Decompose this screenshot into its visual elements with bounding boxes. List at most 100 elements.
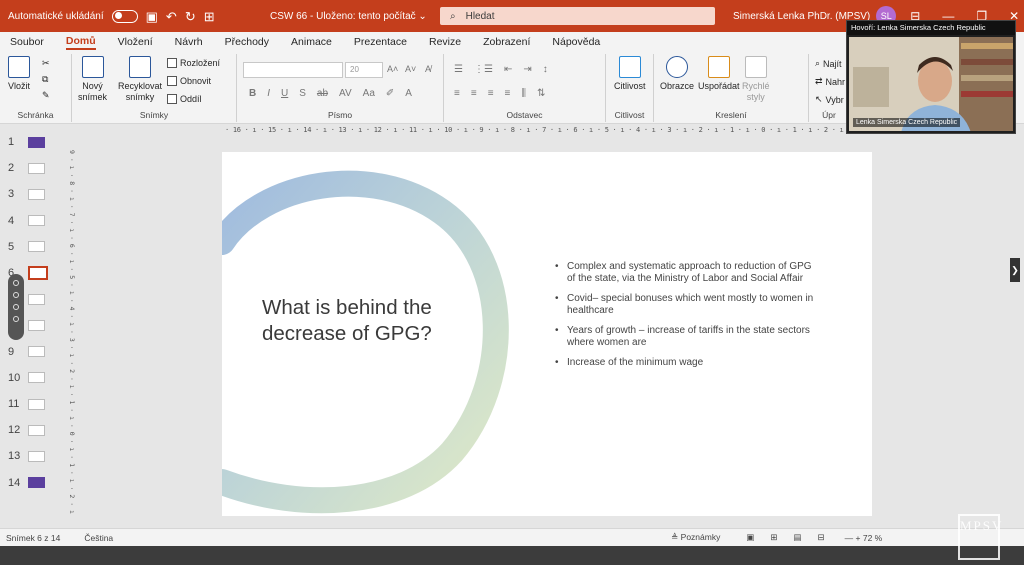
slide-thumbnail[interactable]: 3 <box>8 187 45 201</box>
slide-title[interactable]: What is behind the decrease of GPG? <box>262 295 462 347</box>
arrange-button[interactable]: Uspořádat <box>698 56 740 92</box>
tab-6[interactable]: Prezentace <box>354 36 407 48</box>
grow-font-icon[interactable]: A˄ <box>387 64 398 74</box>
group-font: 20 A˄ A˅ A̸ BIU Sab AV Aa ✐ A Písmo <box>237 54 444 122</box>
notes-label: Poznámky <box>680 532 721 542</box>
slide-thumbnail[interactable]: 13 <box>8 449 45 463</box>
quick-styles-button[interactable]: Rychlé styly <box>742 56 770 103</box>
tab-0[interactable]: Soubor <box>10 36 44 48</box>
shapes-button[interactable]: Obrazce <box>660 56 694 92</box>
more-tool-icon[interactable] <box>13 316 19 322</box>
cut-icon[interactable]: ✂ <box>42 58 50 69</box>
reset-button[interactable]: Obnovit <box>167 76 211 86</box>
group-label-slides: Snímky <box>139 110 169 120</box>
zoom-tool-icon[interactable] <box>13 304 19 310</box>
align-center-icon[interactable]: ≡ <box>471 88 477 99</box>
font-color-icon[interactable]: A <box>405 88 412 99</box>
pointer-tool-icon[interactable] <box>13 280 19 286</box>
find-icon: ⌕ <box>815 58 821 68</box>
autosave-toggle[interactable] <box>111 9 138 23</box>
format-painter-icon[interactable]: ✎ <box>42 90 50 101</box>
numbering-icon[interactable]: ⋮☰ <box>474 64 493 75</box>
highlight-icon[interactable]: ✐ <box>386 88 394 99</box>
language-indicator[interactable]: Čeština <box>84 533 113 543</box>
slide-thumbnail[interactable]: 12 <box>8 423 45 437</box>
bullet-list[interactable]: Complex and systematic approach to reduc… <box>555 261 820 377</box>
new-slide-button[interactable]: Nový snímek <box>78 56 107 103</box>
select-button[interactable]: ↖ Vybr <box>815 94 844 105</box>
reading-view-icon[interactable]: ▤ <box>794 532 802 543</box>
tab-3[interactable]: Návrh <box>175 36 203 48</box>
clear-format-icon[interactable]: A̸ <box>425 64 431 74</box>
slide-sorter-icon[interactable]: ⊞ <box>770 532 777 543</box>
align-left-icon[interactable]: ≡ <box>454 88 460 99</box>
group-label-paragraph: Odstavec <box>506 110 543 120</box>
save-icon[interactable]: ▣ <box>146 10 158 23</box>
tab-5[interactable]: Animace <box>291 36 332 48</box>
columns-icon[interactable]: ⫼ <box>521 88 526 99</box>
video-call-window[interactable]: Hovoří: Lenka Simerska Czech Republic Le… <box>846 20 1016 134</box>
slideshow-icon[interactable]: ⊟ <box>818 532 825 543</box>
normal-view-icon[interactable]: ▣ <box>746 532 754 543</box>
align-right-icon[interactable]: ≡ <box>488 88 494 99</box>
slide-thumbnail[interactable]: 4 <box>8 214 45 228</box>
tab-4[interactable]: Přechody <box>225 36 269 48</box>
slide-thumbnail[interactable]: 9 <box>8 345 45 359</box>
replace-button[interactable]: ⇄ Nahr <box>815 76 845 87</box>
increase-indent-icon[interactable]: ⇥ <box>523 64 531 75</box>
slide-thumbnail[interactable]: 14 <box>8 476 45 490</box>
slide-thumbnail[interactable]: 10 <box>8 371 45 385</box>
tab-7[interactable]: Revize <box>429 36 461 48</box>
shadow-icon[interactable]: S <box>299 88 306 99</box>
slide-thumbnail[interactable]: 1 <box>8 135 45 149</box>
shrink-font-icon[interactable]: A˅ <box>405 64 416 74</box>
font-size-input[interactable]: 20 <box>345 62 383 78</box>
bullets-icon[interactable]: ☰ <box>454 64 463 75</box>
slide-thumbnail[interactable]: 2 <box>8 161 45 175</box>
arrange-label: Uspořádat <box>698 81 740 91</box>
notes-button[interactable]: ≜ Poznámky <box>671 532 720 543</box>
line-spacing-icon[interactable]: ↕ <box>543 64 548 75</box>
decrease-indent-icon[interactable]: ⇤ <box>504 64 512 75</box>
document-title[interactable]: CSW 66 - Uloženo: tento počítač ⌄ <box>270 11 440 22</box>
floating-toolbar[interactable] <box>8 274 24 340</box>
expand-panel-icon[interactable]: ❯ <box>1010 258 1020 282</box>
case-icon[interactable]: Aa <box>363 88 375 99</box>
slide-number: 5 <box>8 240 15 253</box>
find-button[interactable]: ⌕ Najít <box>815 58 842 69</box>
tab-9[interactable]: Nápověda <box>552 36 600 48</box>
section-button[interactable]: Oddíl <box>167 94 202 104</box>
tab-8[interactable]: Zobrazení <box>483 36 530 48</box>
italic-icon[interactable]: I <box>267 88 270 99</box>
redo-icon[interactable]: ↻ <box>185 10 196 23</box>
bold-icon[interactable]: B <box>249 88 256 99</box>
tab-1[interactable]: Domů <box>65 35 96 50</box>
slide-thumbnail[interactable]: 11 <box>8 397 45 411</box>
document-title-text: CSW 66 - Uloženo: tento počítač <box>270 10 416 22</box>
new-slide-label-1: Nový <box>82 81 103 91</box>
paste-button[interactable]: Vložit <box>8 56 30 92</box>
strikethrough-icon[interactable]: ab <box>317 88 328 99</box>
sensitivity-button[interactable]: Citlivost <box>614 56 646 92</box>
undo-icon[interactable]: ↶ <box>166 10 177 23</box>
speaking-indicator: Hovoří: Lenka Simerska Czech Republic <box>847 21 1015 35</box>
tab-2[interactable]: Vložení <box>118 36 153 48</box>
text-direction-icon[interactable]: ⇅ <box>537 88 545 99</box>
group-paragraph: ☰ ⋮☰ ⇤ ⇥ ↕ ≡ ≡ ≡ ≡ ⫼ ⇅ Odstavec <box>444 54 606 122</box>
slide-canvas[interactable]: What is behind the decrease of GPG? Comp… <box>222 152 872 516</box>
zoom-control[interactable]: — + 72 % <box>845 533 883 543</box>
copy-icon[interactable]: ⧉ <box>42 74 48 85</box>
spacing-icon[interactable]: AV <box>339 88 352 99</box>
new-slide-icon <box>81 56 104 78</box>
layout-button[interactable]: Rozložení <box>167 58 220 68</box>
reuse-slides-button[interactable]: Recyklovat snímky <box>118 56 162 103</box>
search-box[interactable]: ⌕ Hledat <box>440 7 715 25</box>
pen-tool-icon[interactable] <box>13 292 19 298</box>
present-icon[interactable]: ⊞ <box>204 10 215 23</box>
font-family-input[interactable] <box>243 62 343 78</box>
underline-icon[interactable]: U <box>281 88 288 99</box>
justify-icon[interactable]: ≡ <box>505 88 511 99</box>
slide-thumbnail[interactable]: 5 <box>8 240 45 254</box>
shapes-label: Obrazce <box>660 81 695 91</box>
bottom-bar <box>0 546 1024 565</box>
